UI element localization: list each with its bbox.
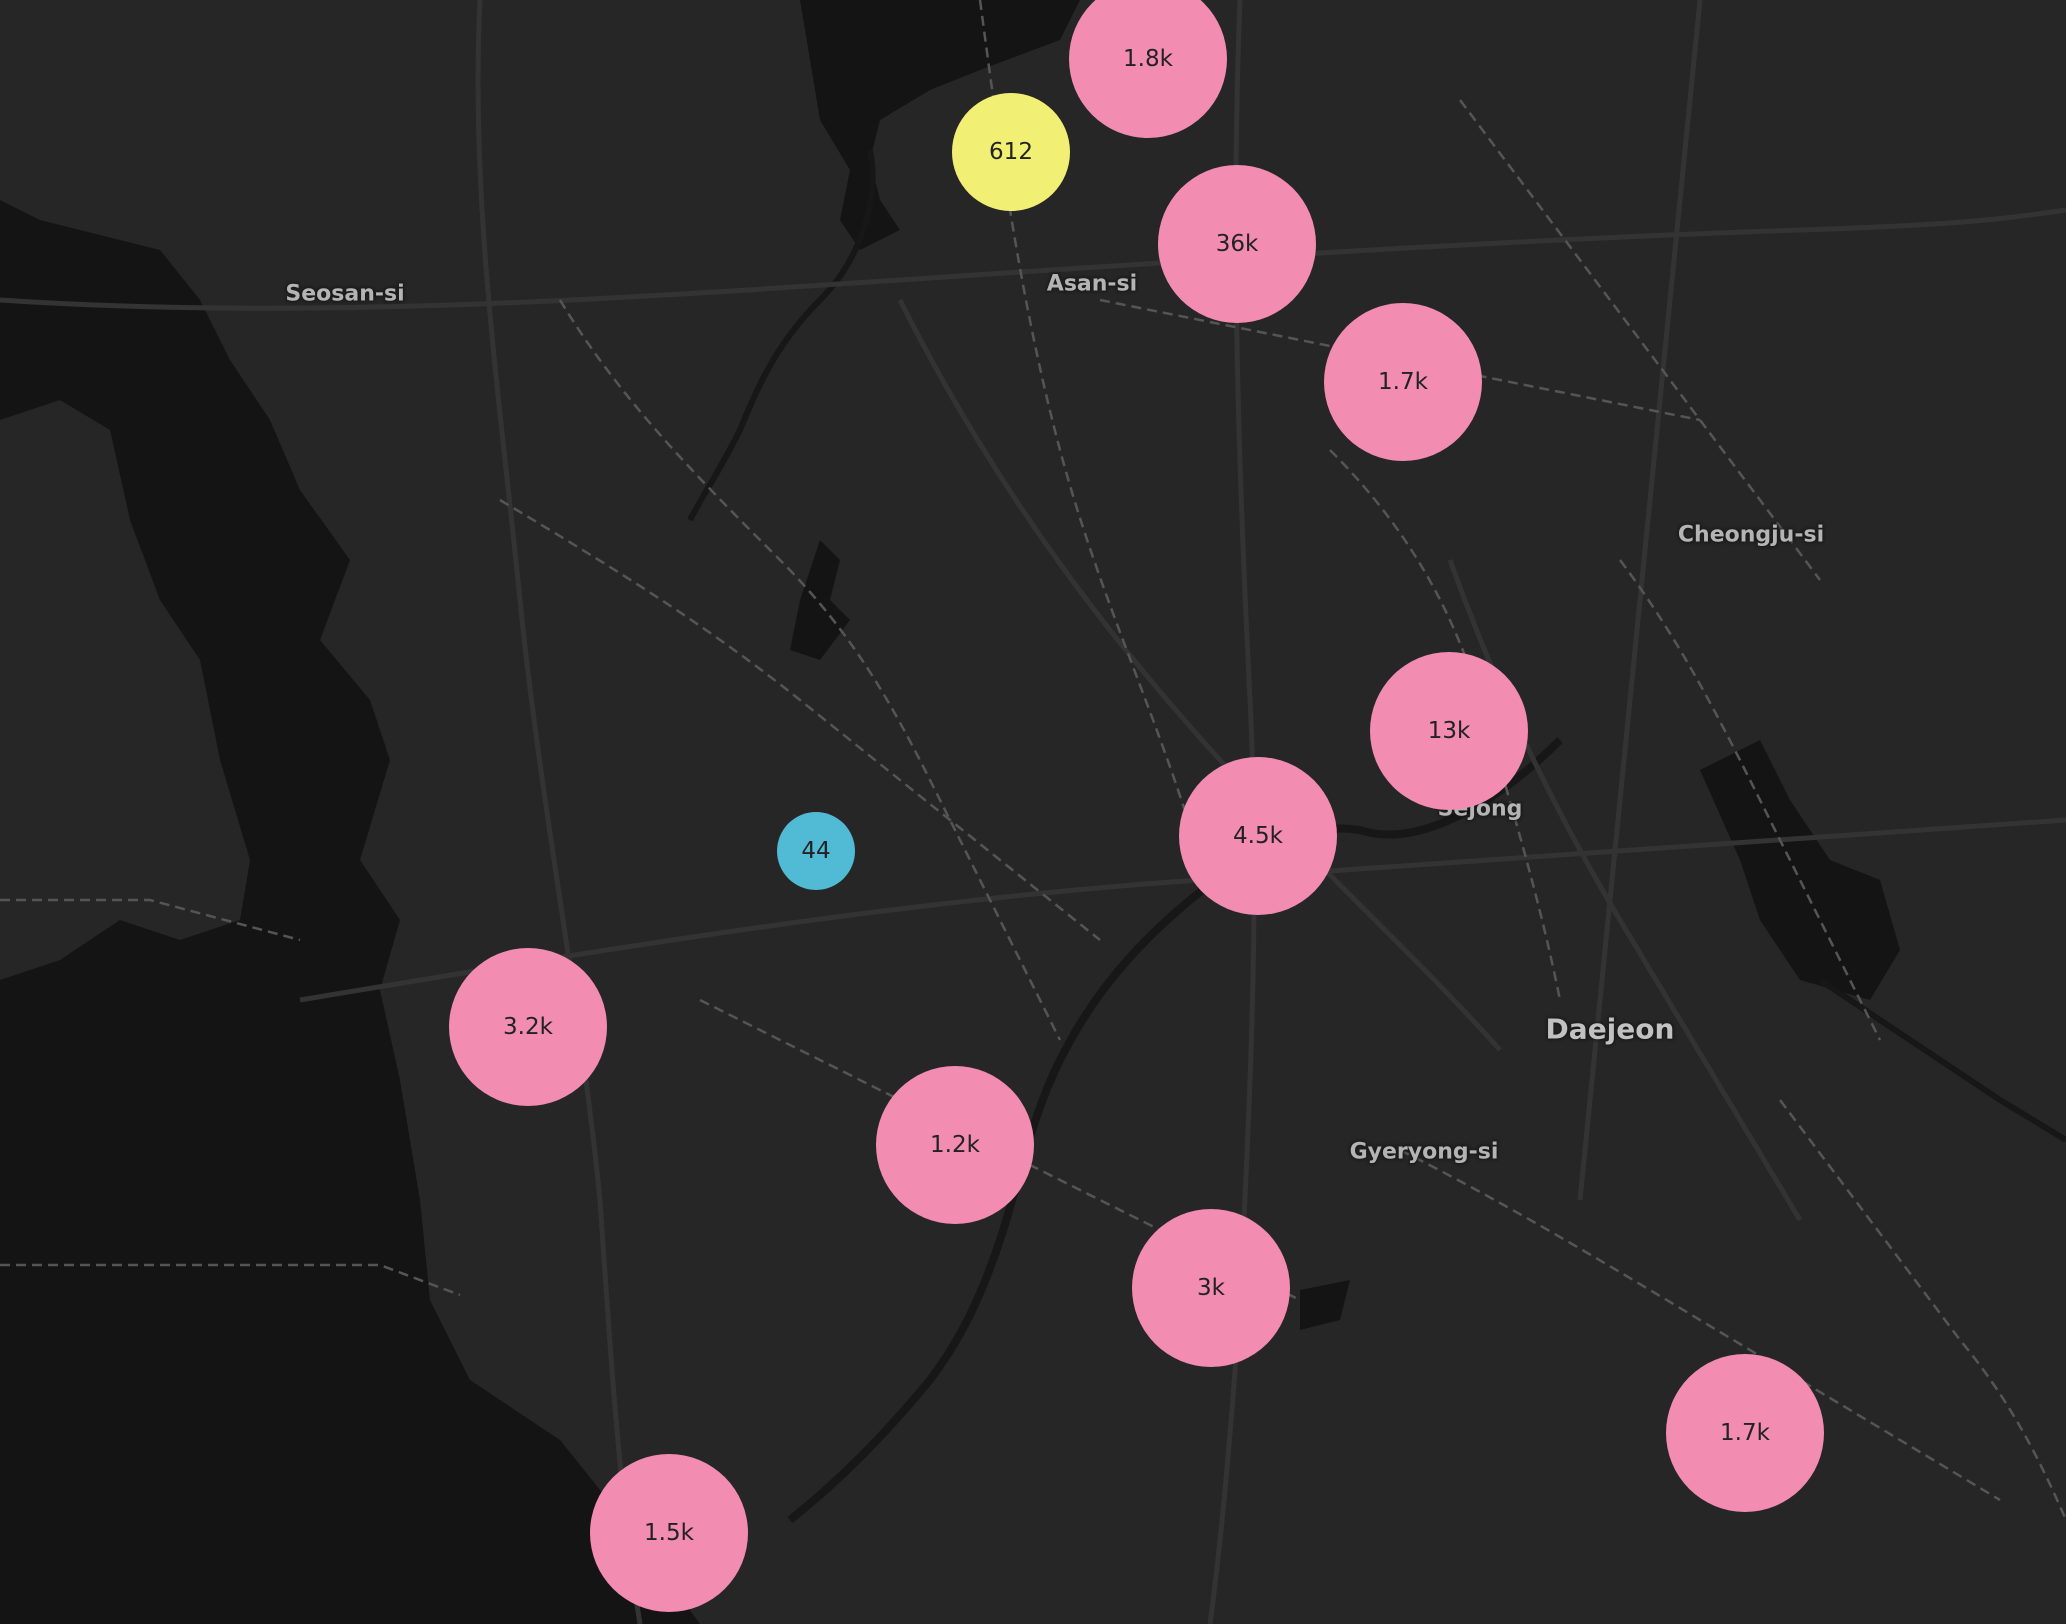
place-label-seosan: Seosan-si bbox=[285, 281, 405, 307]
place-label-daejeon: Daejeon bbox=[1545, 1012, 1675, 1046]
cluster-marker[interactable]: 1.5k bbox=[590, 1454, 748, 1612]
cluster-marker[interactable]: 36k bbox=[1158, 165, 1316, 323]
lake bbox=[1300, 1280, 1350, 1330]
land-peninsula bbox=[200, 60, 390, 250]
cluster-count: 1.8k bbox=[1123, 46, 1173, 72]
place-label-gyeryong: Gyeryong-si bbox=[1349, 1139, 1499, 1165]
river bbox=[1818, 977, 2066, 1143]
cluster-count: 612 bbox=[989, 139, 1033, 165]
cluster-count: 1.2k bbox=[930, 1132, 980, 1158]
cluster-marker[interactable]: 3.2k bbox=[449, 948, 607, 1106]
place-label-asan: Asan-si bbox=[1046, 271, 1138, 297]
cluster-count: 1.5k bbox=[644, 1520, 694, 1546]
cluster-count: 4.5k bbox=[1233, 823, 1283, 849]
cluster-marker[interactable]: 3k bbox=[1132, 1209, 1290, 1367]
cluster-count: 13k bbox=[1427, 718, 1471, 744]
cluster-count: 36k bbox=[1215, 231, 1259, 257]
lake bbox=[1700, 740, 1900, 1000]
cluster-marker[interactable]: 13k bbox=[1370, 652, 1528, 810]
cluster-count: 1.7k bbox=[1378, 369, 1428, 395]
cluster-marker[interactable]: 612 bbox=[952, 93, 1070, 211]
cluster-marker[interactable]: 1.2k bbox=[876, 1066, 1034, 1224]
cluster-marker[interactable]: 1.7k bbox=[1666, 1354, 1824, 1512]
cluster-marker[interactable]: 1.7k bbox=[1324, 303, 1482, 461]
cluster-count: 1.7k bbox=[1720, 1420, 1770, 1446]
place-label-cheongju: Cheongju-si bbox=[1677, 522, 1825, 548]
map-view[interactable]: Seosan-si Asan-si Cheongju-si Sejong Dae… bbox=[0, 0, 2066, 1624]
cluster-count: 3.2k bbox=[503, 1014, 553, 1040]
lake bbox=[790, 540, 850, 660]
cluster-marker[interactable]: 4.5k bbox=[1179, 757, 1337, 915]
cluster-count: 44 bbox=[801, 838, 831, 864]
cluster-count: 3k bbox=[1197, 1275, 1225, 1301]
cluster-marker[interactable]: 44 bbox=[777, 812, 855, 890]
